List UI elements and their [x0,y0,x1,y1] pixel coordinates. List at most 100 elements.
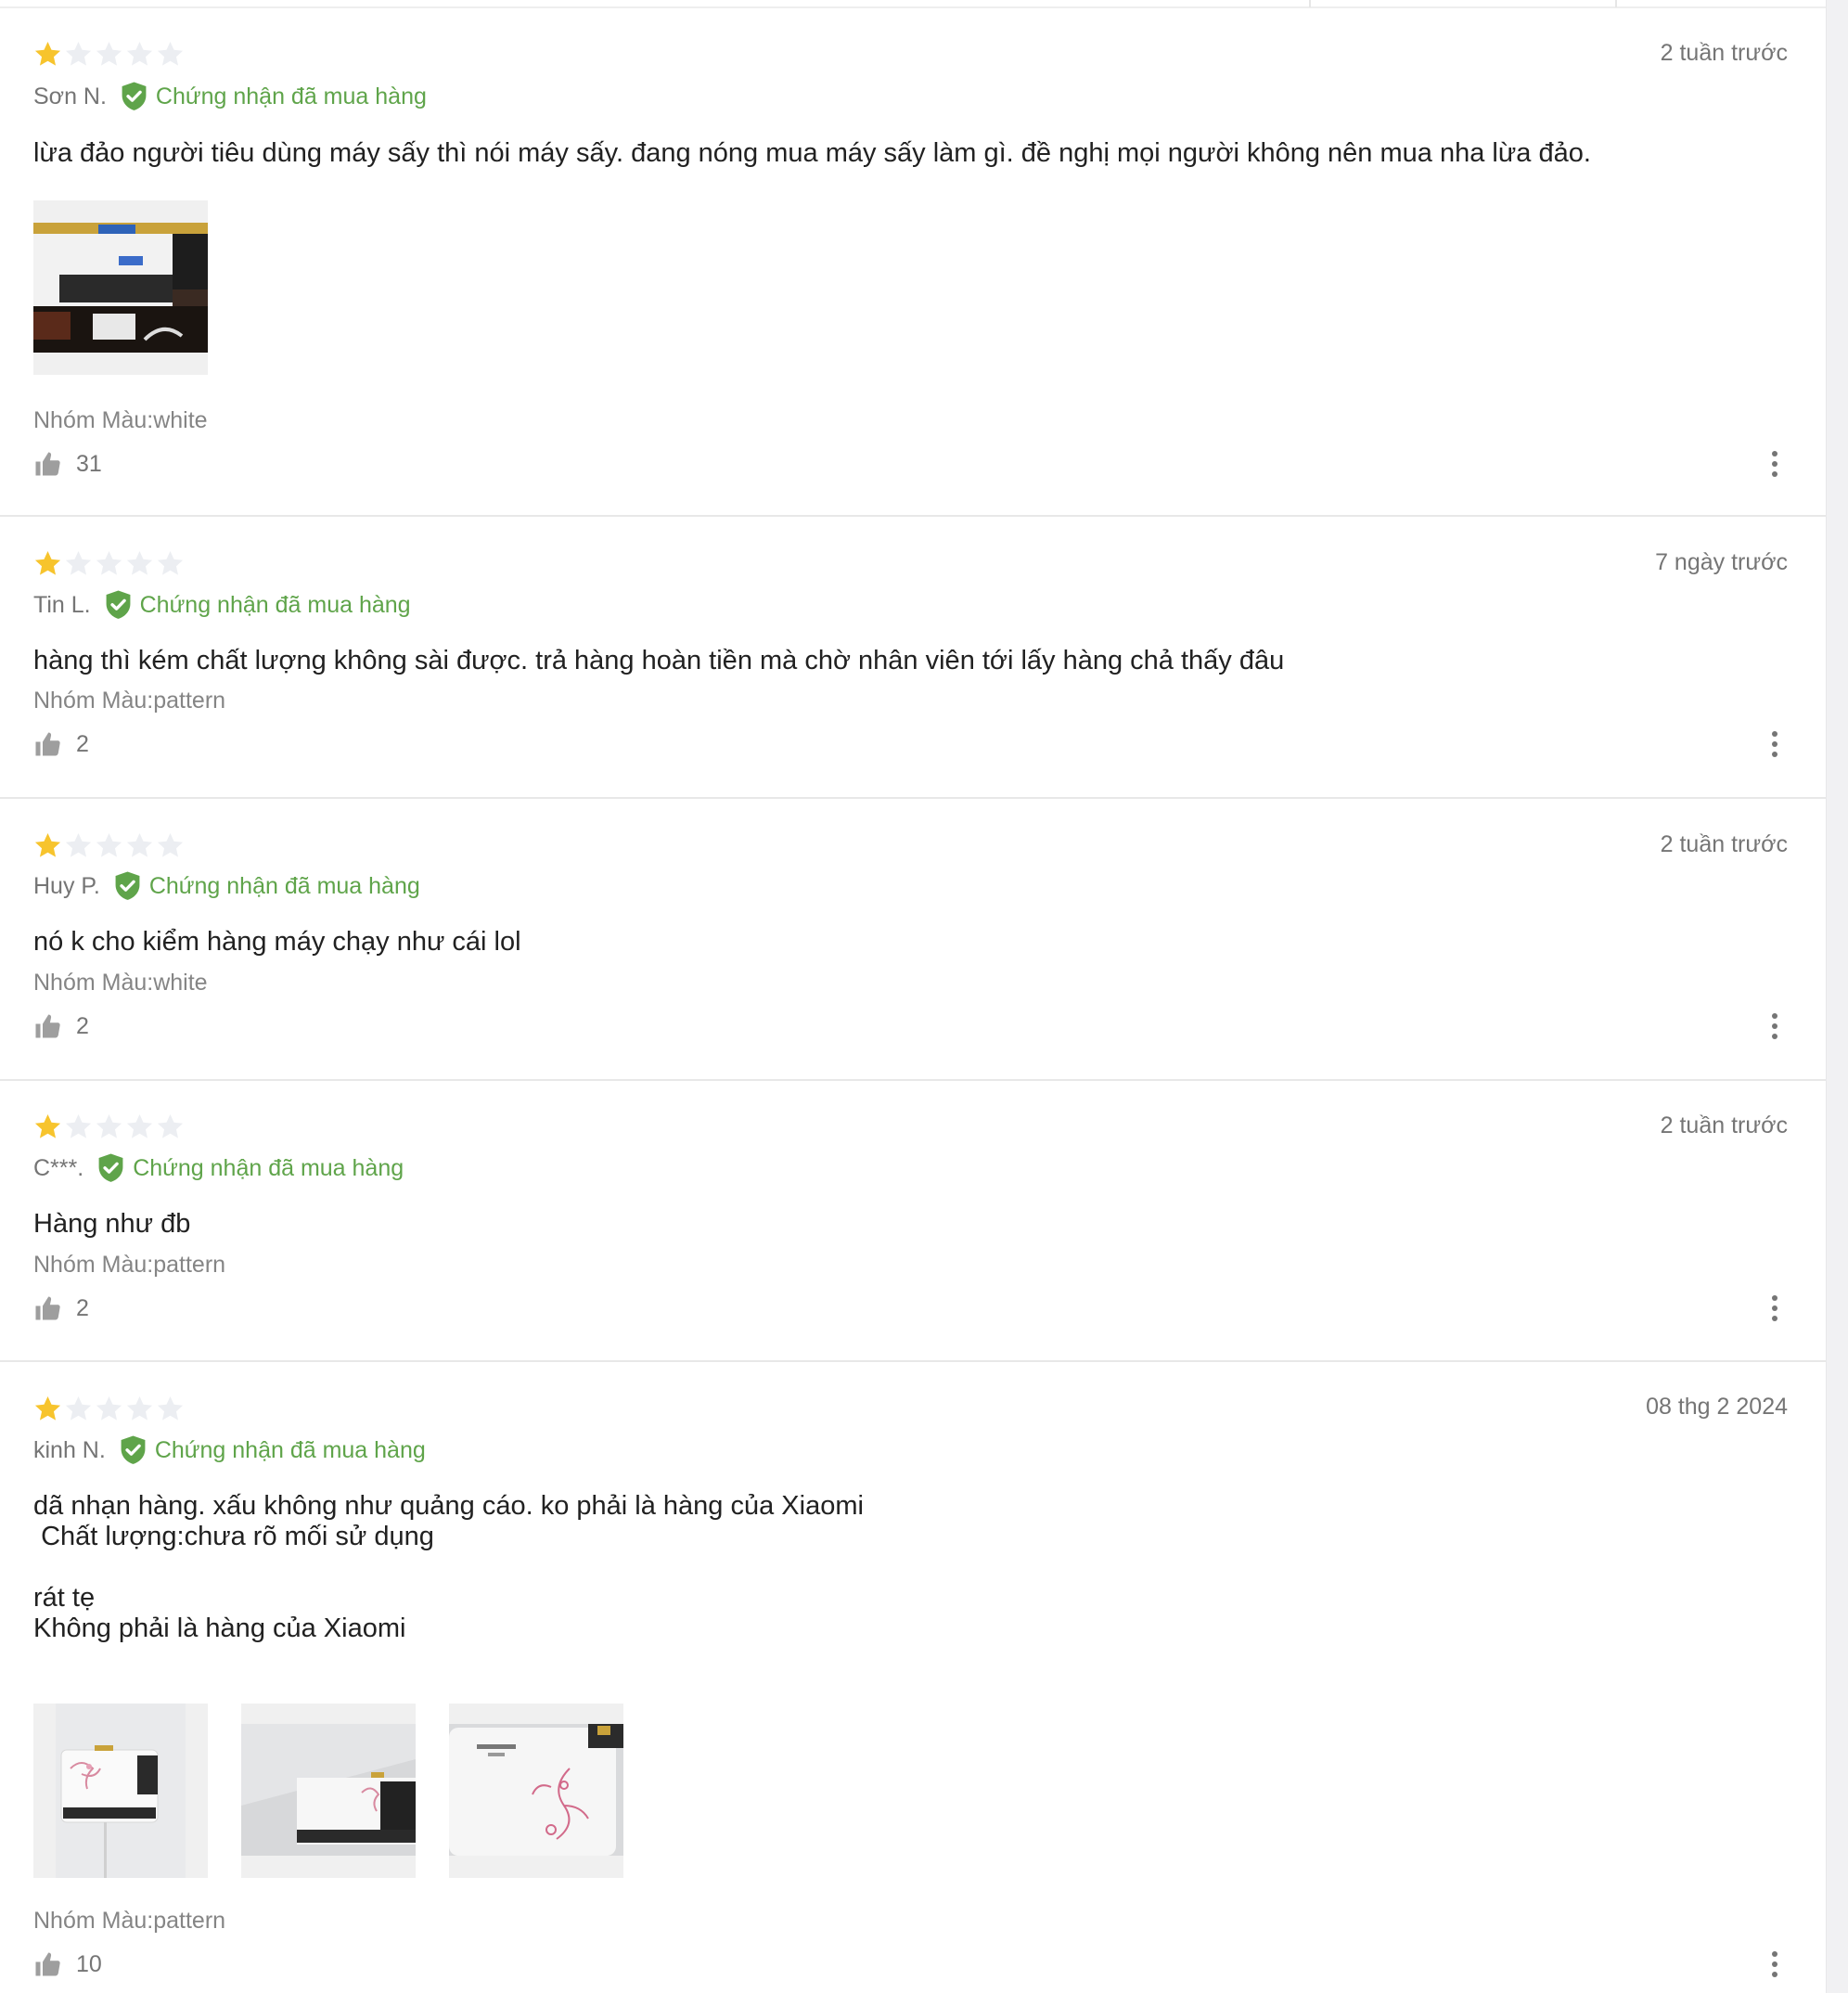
review-author-row: C***. Chứng nhận đã mua hàng [33,1151,404,1185]
review-date: 2 tuần trước [1660,831,1788,857]
review-author: C***. [33,1154,84,1181]
star-empty-icon [96,41,122,66]
more-dot-icon [1772,461,1777,467]
more-dot-icon [1772,1951,1777,1957]
verified-purchase-label: Chứng nhận đã mua hàng [139,591,411,618]
verified-shield-icon [121,1435,146,1464]
star-empty-icon [96,1395,122,1421]
star-empty-icon [126,1113,153,1138]
star-empty-icon [157,41,184,66]
review-sku: Nhóm Màu:pattern [33,1908,226,1934]
more-dot-icon [1772,451,1777,456]
more-dot-icon [1772,731,1777,737]
helpful-count: 2 [76,730,89,757]
review-image-thumbnail[interactable] [33,1704,208,1878]
verified-purchase-label: Chứng nhận đã mua hàng [148,872,420,899]
review-date: 2 tuần trước [1660,1112,1788,1138]
review-date: 08 thg 2 2024 [1646,1394,1788,1420]
review-sku: Nhóm Màu:pattern [33,1252,226,1278]
star-filled-icon [34,41,61,66]
more-options-button[interactable] [1770,1013,1779,1039]
star-filled-icon [34,832,61,857]
review-content: lừa đảo người tiêu dùng máy sấy thì nói … [33,138,1591,168]
helpful-count: 2 [76,1294,89,1321]
more-options-button[interactable] [1770,1951,1779,1977]
more-options-button[interactable] [1770,1295,1779,1321]
review-content: hàng thì kém chất lượng không sài được. … [33,646,1285,675]
more-options-button[interactable] [1770,451,1779,477]
star-empty-icon [65,832,92,857]
more-dot-icon [1772,1034,1777,1039]
review-sku: Nhóm Màu:white [33,407,208,433]
review-image-thumbnail[interactable] [241,1704,416,1878]
review-image-thumbnail[interactable] [449,1704,623,1878]
star-rating [33,40,185,71]
verified-shield-icon [98,1153,123,1182]
review-item: 2 tuần trước C***. Chứng nhận đã mua hàn… [0,1081,1826,1362]
review-images [33,200,208,375]
helpful-button[interactable]: 2 [33,728,89,760]
more-dot-icon [1772,1013,1777,1019]
more-dot-icon [1772,1972,1777,1977]
more-dot-icon [1772,1295,1777,1301]
star-filled-icon [34,1113,61,1138]
review-content: dã nhạn hàng. xấu không như quảng cáo. k… [33,1491,864,1643]
more-dot-icon [1772,752,1777,757]
review-author-row: kinh N. Chứng nhận đã mua hàng [33,1434,426,1467]
review-item: 08 thg 2 2024 kinh N. Chứng nhận đã mua … [0,1362,1826,1993]
thumbs-up-icon [35,732,60,756]
star-filled-icon [34,550,61,575]
star-empty-icon [96,832,122,857]
review-content: nó k cho kiểm hàng máy chạy như cái lol [33,927,521,957]
star-empty-icon [126,41,153,66]
more-dot-icon [1772,741,1777,747]
review-date: 2 tuần trước [1660,40,1788,66]
more-dot-icon [1772,1316,1777,1321]
star-empty-icon [126,832,153,857]
verified-purchase-label: Chứng nhận đã mua hàng [154,1436,426,1463]
review-image-thumbnail[interactable] [33,200,208,375]
verified-shield-icon [106,590,131,619]
star-empty-icon [157,1113,184,1138]
scrollbar[interactable] [1826,0,1848,1993]
star-rating [33,1395,185,1426]
helpful-button[interactable]: 31 [33,448,102,480]
review-author: Sơn N. [33,83,107,109]
helpful-count: 31 [76,450,102,477]
review-sku: Nhóm Màu:pattern [33,688,226,714]
star-empty-icon [65,41,92,66]
review-content: Hàng như đb [33,1209,191,1239]
review-author: Tin L. [33,591,91,618]
star-filled-icon [34,1395,61,1421]
star-empty-icon [157,550,184,575]
top-divider-tick [1309,0,1311,7]
helpful-button[interactable]: 10 [33,1948,102,1980]
review-author-row: Huy P. Chứng nhận đã mua hàng [33,869,420,903]
review-author: kinh N. [33,1436,106,1463]
verified-shield-icon [115,871,140,900]
star-empty-icon [126,550,153,575]
top-divider-tick [1615,0,1617,7]
star-rating [33,549,185,581]
review-item: 2 tuần trước Huy P. Chứng nhận đã mua hà… [0,799,1826,1081]
verified-purchase-label: Chứng nhận đã mua hàng [155,83,427,109]
star-rating [33,831,185,863]
more-options-button[interactable] [1770,731,1779,757]
helpful-button[interactable]: 2 [33,1010,89,1042]
more-dot-icon [1772,471,1777,477]
thumbs-up-icon [35,452,60,476]
review-author-row: Sơn N. Chứng nhận đã mua hàng [33,80,427,113]
star-rating [33,1112,185,1144]
helpful-button[interactable]: 2 [33,1292,89,1324]
more-dot-icon [1772,1961,1777,1967]
verified-shield-icon [122,82,147,110]
star-empty-icon [65,550,92,575]
verified-purchase-label: Chứng nhận đã mua hàng [133,1154,404,1181]
star-empty-icon [126,1395,153,1421]
review-date: 7 ngày trước [1655,549,1788,575]
star-empty-icon [96,550,122,575]
thumbs-up-icon [35,1014,60,1038]
star-empty-icon [157,1395,184,1421]
review-author: Huy P. [33,872,100,899]
review-sku: Nhóm Màu:white [33,970,208,996]
